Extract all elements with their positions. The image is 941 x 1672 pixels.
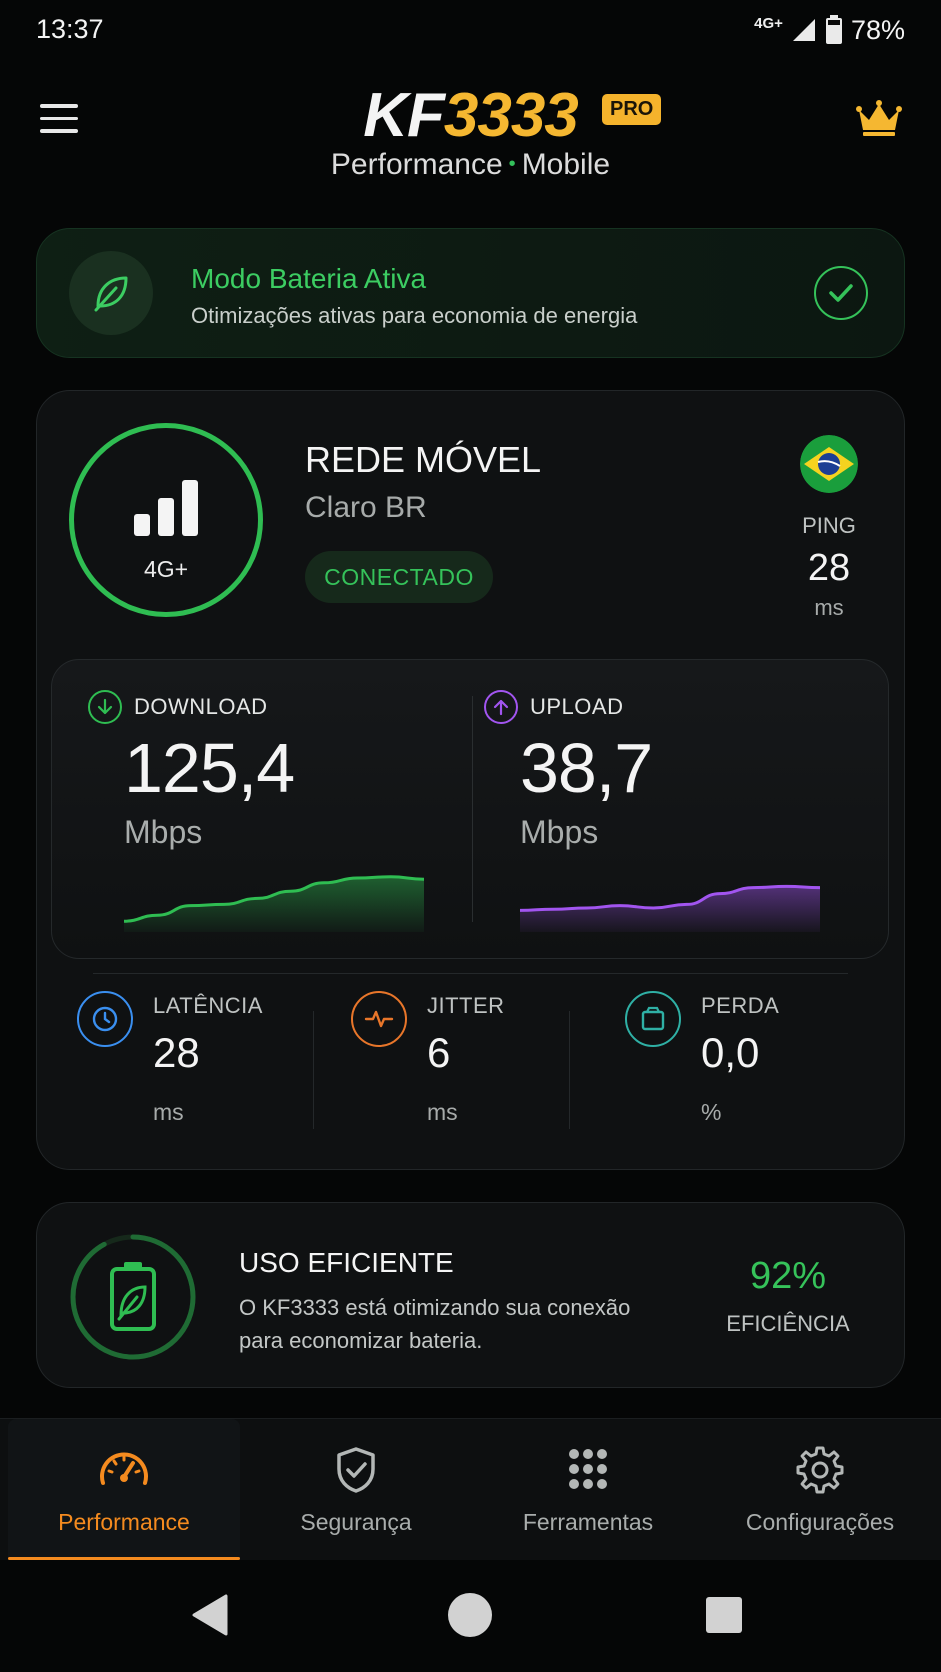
pro-badge: PRO [602, 94, 662, 125]
battery-mode-banner[interactable]: Modo Bateria Ativa Otimizações ativas pa… [36, 228, 905, 358]
download-unit: Mbps [124, 814, 203, 850]
upload-section: UPLOAD 38,7 Mbps [484, 690, 884, 950]
network-card: 4G+ REDE MÓVEL Claro BR CONECTADO PING 2… [36, 390, 905, 1170]
ping-value: 28 [807, 547, 851, 589]
download-section: DOWNLOAD 125,4 Mbps [88, 690, 488, 950]
status-icons: 4G+ 78% [754, 10, 905, 50]
network-type-label: 4G+ [143, 556, 189, 582]
nav-performance-label: Performance [58, 1509, 190, 1535]
download-trend-chart [124, 875, 424, 932]
jitter-unit: ms [427, 1099, 458, 1125]
signal-bars-icon [134, 480, 198, 536]
divider [313, 1011, 314, 1129]
status-bar: 13:37 4G+ 78% [0, 0, 941, 62]
network-type-indicator: 4G+ [754, 15, 783, 32]
nav-performance[interactable]: Performance [8, 1419, 240, 1561]
leaf-icon [69, 251, 153, 335]
nav-settings[interactable]: Configurações [704, 1419, 936, 1561]
logo-prefix: KF [363, 81, 445, 150]
recents-icon[interactable] [705, 1596, 743, 1634]
speed-panel: DOWNLOAD 125,4 Mbps UPLOAD 38,7 Mbps [51, 659, 889, 959]
packet-loss-stat: PERDA 0,0 % [605, 991, 875, 1141]
efficiency-percent: 92% [749, 1255, 827, 1297]
upload-arrow-icon [484, 690, 518, 724]
jitter-value: 6 [427, 1029, 451, 1076]
latency-unit: ms [153, 1099, 184, 1125]
jitter-label: JITTER [427, 993, 505, 1018]
trend-area [124, 876, 424, 932]
ping-label: PING [802, 513, 856, 538]
connection-status-badge: CONECTADO [305, 551, 493, 603]
bottom-navigation: Performance Segurança Ferramentas Config… [0, 1418, 941, 1561]
signal-strength-icon [792, 19, 815, 41]
efficiency-description: O KF3333 está otimizando sua conexão par… [239, 1295, 631, 1353]
battery-icon [825, 15, 842, 44]
nav-security-label: Segurança [300, 1509, 412, 1535]
home-icon[interactable] [447, 1592, 493, 1638]
system-navigation-bar [0, 1560, 941, 1672]
app-screen: 13:37 4G+ 78% KF3333 PRO Performance • M… [0, 0, 941, 1672]
box-icon [625, 991, 681, 1047]
packet-loss-label: PERDA [701, 993, 780, 1018]
upload-value: 38,7 [520, 729, 653, 807]
back-icon[interactable] [190, 1594, 230, 1636]
efficiency-battery-leaf-icon [70, 1234, 196, 1360]
clock-icon [77, 991, 133, 1047]
premium-crown-button[interactable] [855, 98, 903, 138]
efficiency-title: USO EFICIENTE [239, 1247, 454, 1278]
check-circle-icon[interactable] [814, 266, 868, 320]
latency-value: 28 [153, 1029, 200, 1076]
battery-mode-subtitle: Otimizações ativas para economia de ener… [191, 303, 638, 328]
efficiency-label: EFICIÊNCIA [726, 1311, 850, 1336]
upload-label: UPLOAD [530, 694, 624, 719]
download-arrow-icon [88, 690, 122, 724]
grid-dots-icon [569, 1449, 607, 1489]
download-label: DOWNLOAD [134, 694, 268, 719]
status-time: 13:37 [36, 14, 104, 44]
nav-tools[interactable]: Ferramentas [472, 1419, 704, 1561]
nav-tools-label: Ferramentas [522, 1509, 654, 1535]
battery-percent: 78% [850, 14, 905, 45]
logo-number: 3333 [443, 81, 579, 150]
battery-mode-title: Modo Bateria Ativa [191, 263, 427, 294]
speedometer-icon [100, 1452, 148, 1485]
upload-unit: Mbps [520, 814, 599, 850]
carrier-name: Claro BR [305, 491, 427, 524]
latency-label: LATÊNCIA [153, 993, 263, 1018]
pulse-icon [351, 991, 407, 1047]
divider [93, 973, 848, 974]
ping-unit: ms [814, 595, 844, 620]
nav-security[interactable]: Segurança [240, 1419, 472, 1561]
app-header: KF3333 PRO Performance • Mobile [0, 62, 941, 212]
packet-loss-unit: % [701, 1099, 722, 1125]
app-subtitle: Performance • Mobile [330, 148, 611, 181]
logo: KF3333 [0, 80, 941, 152]
packet-loss-value: 0,0 [701, 1029, 760, 1076]
download-value: 125,4 [124, 729, 295, 807]
latency-stat: LATÊNCIA 28 ms [57, 991, 327, 1141]
signal-ring: 4G+ [69, 423, 263, 617]
efficiency-card[interactable]: USO EFICIENTE O KF3333 está otimizando s… [36, 1202, 905, 1388]
nav-settings-label: Configurações [745, 1509, 895, 1535]
divider [569, 1011, 570, 1129]
jitter-stat: JITTER 6 ms [331, 991, 601, 1141]
crown-icon [856, 100, 902, 136]
shield-check-icon [337, 1447, 375, 1493]
gear-icon [796, 1446, 844, 1494]
network-title: REDE MÓVEL [305, 439, 542, 480]
upload-trend-chart [520, 884, 820, 932]
brazil-flag-icon [800, 435, 858, 493]
